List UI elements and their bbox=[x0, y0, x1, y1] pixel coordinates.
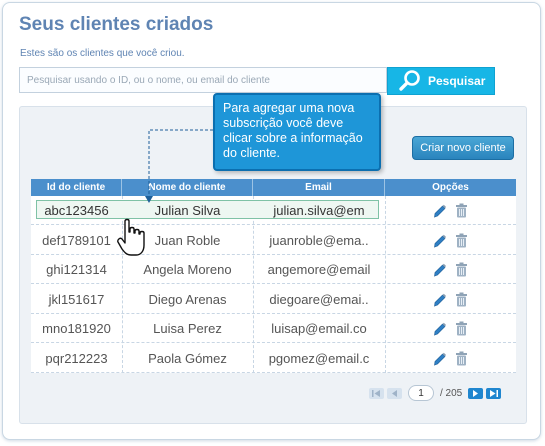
pencil-icon[interactable] bbox=[433, 203, 446, 218]
last-page-icon bbox=[490, 389, 499, 397]
client-id-cell: abc123456 bbox=[44, 203, 109, 218]
client-name-cell: Paola Gómez bbox=[148, 350, 227, 366]
pencil-icon[interactable] bbox=[433, 351, 446, 366]
client-email-cell: julian.silva@em bbox=[273, 203, 365, 218]
row-actions bbox=[385, 255, 516, 284]
trash-icon[interactable] bbox=[455, 351, 468, 366]
search-input[interactable] bbox=[19, 67, 387, 93]
page-subtitle: Estes são os clientes que você criou. bbox=[20, 48, 185, 59]
client-id-cell: def1789101 bbox=[42, 232, 111, 248]
trash-icon[interactable] bbox=[455, 292, 468, 307]
search-button-label: Pesquisar bbox=[428, 74, 486, 88]
search-button[interactable]: Pesquisar bbox=[387, 67, 495, 95]
client-id-cell: ghi121314 bbox=[46, 262, 107, 277]
row-actions bbox=[385, 314, 516, 343]
client-name-cell: Juan Roble bbox=[154, 232, 221, 248]
new-client-button[interactable]: Criar novo cliente bbox=[412, 136, 514, 160]
client-email-cell: pgomez@email.c bbox=[268, 350, 370, 366]
table-header: Id do cliente Nome do cliente Email Opçõ… bbox=[31, 179, 516, 196]
pencil-icon[interactable] bbox=[433, 262, 446, 277]
client-id-cell: mno181920 bbox=[42, 321, 111, 336]
client-email-cell: angemore@email bbox=[267, 262, 371, 277]
clients-table: Id do cliente Nome do cliente Email Opçõ… bbox=[31, 179, 516, 373]
table-row[interactable]: def1789101 Juan Roble juanroble@ema.. bbox=[31, 226, 516, 255]
trash-icon[interactable] bbox=[455, 203, 468, 218]
client-name-cell: Angela Moreno bbox=[143, 262, 232, 277]
row-actions bbox=[385, 285, 516, 314]
client-name-cell: Diego Arenas bbox=[148, 291, 227, 307]
next-page-button[interactable] bbox=[468, 387, 484, 399]
column-header-email: Email bbox=[253, 179, 385, 196]
trash-icon[interactable] bbox=[455, 262, 468, 277]
page-total: / 205 bbox=[440, 387, 463, 399]
table-row[interactable]: ghi121314 Angela Moreno angemore@email bbox=[31, 255, 516, 284]
pencil-icon[interactable] bbox=[433, 321, 446, 336]
row-actions bbox=[385, 196, 516, 225]
next-page-icon bbox=[473, 389, 479, 397]
pencil-icon[interactable] bbox=[433, 233, 446, 248]
table-row[interactable]: pqr212223 Paola Gómez pgomez@email.c bbox=[31, 344, 516, 373]
client-name-cell: Julian Silva bbox=[154, 203, 221, 218]
client-id-cell: pqr212223 bbox=[45, 350, 108, 366]
column-header-id: Id do cliente bbox=[31, 179, 122, 196]
table-row[interactable]: mno181920 Luisa Perez luisap@email.co bbox=[31, 314, 516, 343]
trash-icon[interactable] bbox=[455, 321, 468, 336]
previous-page-button[interactable] bbox=[387, 387, 402, 399]
search-icon bbox=[399, 70, 420, 91]
first-page-button[interactable] bbox=[369, 387, 384, 399]
last-page-button[interactable] bbox=[486, 387, 502, 399]
table-row[interactable]: jkl151617 Diego Arenas diegoare@emai.. bbox=[31, 285, 516, 314]
client-email-cell: diegoare@emai.. bbox=[269, 291, 369, 307]
table-row[interactable]: abc123456 Julian Silva julian.silva@em bbox=[31, 196, 516, 225]
page-number-input[interactable]: 1 bbox=[408, 385, 434, 401]
client-email-cell: luisap@email.co bbox=[271, 321, 367, 336]
column-header-name: Nome do cliente bbox=[122, 179, 253, 196]
previous-page-icon bbox=[392, 389, 397, 397]
pencil-icon[interactable] bbox=[433, 292, 446, 307]
first-page-icon bbox=[372, 389, 380, 397]
column-header-options: Opções bbox=[432, 182, 469, 193]
pagination: 1 / 205 bbox=[369, 385, 502, 401]
trash-icon[interactable] bbox=[455, 233, 468, 248]
row-actions bbox=[385, 226, 516, 255]
page-title: Seus clientes criados bbox=[19, 14, 214, 35]
client-name-cell: Luisa Perez bbox=[153, 321, 222, 336]
client-email-cell: juanroble@ema.. bbox=[269, 232, 369, 248]
row-actions bbox=[385, 344, 516, 373]
help-tooltip: Para agregar uma nova subscrição você de… bbox=[213, 93, 381, 171]
client-id-cell: jkl151617 bbox=[48, 291, 105, 307]
